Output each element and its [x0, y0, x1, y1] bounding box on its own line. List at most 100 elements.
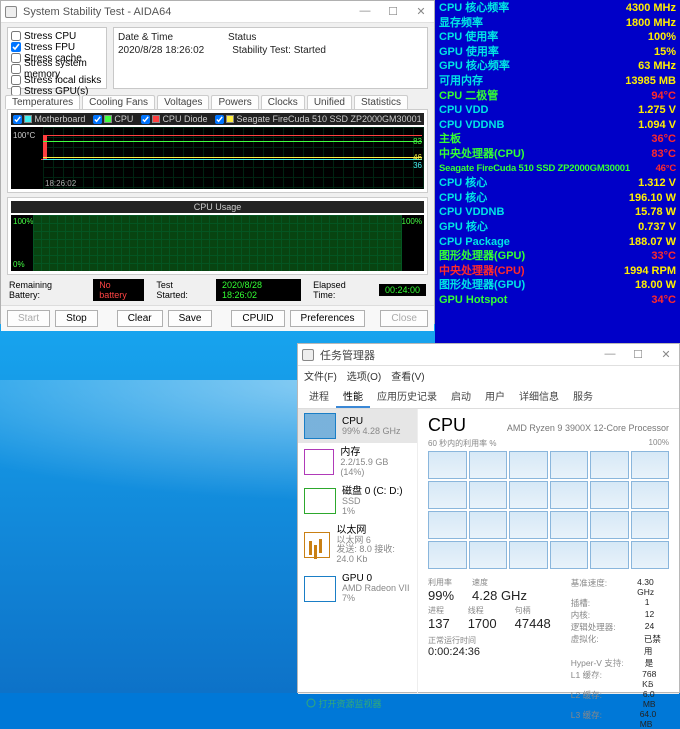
- thumb-icon: [304, 413, 336, 439]
- chart-legend: Motherboard CPU CPU Diode Seagate FireCuda …: [11, 113, 424, 125]
- detail-row: L2 缓存:6.0 MB: [571, 689, 669, 709]
- thumb-icon: [304, 449, 334, 475]
- chart-tab[interactable]: Powers: [211, 95, 258, 109]
- core-cell: [509, 451, 548, 479]
- preferences-button[interactable]: Preferences: [290, 310, 366, 327]
- tm-tab[interactable]: 性能: [336, 385, 370, 408]
- core-cell: [509, 481, 548, 509]
- val-36: 36: [413, 161, 422, 170]
- tm-tab[interactable]: 启动: [444, 385, 478, 408]
- core-cell: [428, 511, 467, 539]
- stress-checkbox[interactable]: Stress local disks: [11, 75, 103, 85]
- log-panel: Date & TimeStatus 2020/8/28 18:26:02Stab…: [113, 27, 428, 89]
- chart-tab[interactable]: Temperatures: [5, 95, 80, 109]
- battery-value: No battery: [93, 279, 144, 301]
- tm-tab[interactable]: 应用历史记录: [370, 385, 444, 408]
- core-cell: [590, 511, 629, 539]
- button-bar: StartStopClearSaveCPUIDPreferencesClose: [1, 305, 434, 331]
- maximize-button[interactable]: ☐: [384, 5, 402, 18]
- chart-tab[interactable]: Clocks: [261, 95, 305, 109]
- x-time: 18:26:02: [45, 179, 76, 188]
- legend-item[interactable]: CPU: [93, 114, 133, 124]
- log-status: Stability Test: Started: [232, 45, 326, 56]
- minimize-button[interactable]: —: [601, 348, 619, 361]
- cpu-heading: CPU: [428, 415, 466, 436]
- watermark-text: 值 SMYZ.NET: [588, 672, 674, 689]
- osd-row: CPU VDDNB1.094 V: [439, 118, 676, 133]
- legend-item[interactable]: Seagate FireCuda 510 SSD ZP2000GM30001: [215, 114, 421, 124]
- tm-tab[interactable]: 服务: [566, 385, 600, 408]
- osd-row: 中央处理器(CPU)1994 RPM: [439, 264, 676, 279]
- uptime-label: 正常运行时间: [428, 635, 551, 646]
- aida-titlebar[interactable]: System Stability Test - AIDA64 — ☐ ✕: [1, 1, 434, 23]
- tm-tab[interactable]: 详细信息: [512, 385, 566, 408]
- tm-menu: 文件(F) 选项(O) 查看(V): [298, 366, 679, 385]
- log-date: 2020/8/28 18:26:02: [118, 45, 204, 56]
- cpuid-button[interactable]: CPUID: [231, 310, 284, 327]
- stress-checkbox[interactable]: Stress CPU: [11, 31, 103, 41]
- detail-row: 内核:12: [571, 609, 669, 621]
- core-cell: [590, 451, 629, 479]
- menu-item[interactable]: 文件(F): [304, 368, 337, 383]
- usage-graph: 100% 0% 100%: [11, 215, 424, 271]
- osd-row: 主板36°C: [439, 132, 676, 147]
- legend-item[interactable]: CPU Diode: [141, 114, 207, 124]
- core-cell: [469, 481, 508, 509]
- core-cell: [509, 541, 548, 569]
- osd-row: GPU Hotspot34°C: [439, 293, 676, 308]
- battery-label: Remaining Battery:: [9, 280, 81, 300]
- osd-row: GPU 使用率15%: [439, 45, 676, 60]
- close-button[interactable]: ✕: [657, 348, 675, 361]
- menu-item[interactable]: 查看(V): [391, 368, 424, 383]
- detail-row: L3 缓存:64.0 MB: [571, 709, 669, 729]
- close-button[interactable]: ✕: [412, 5, 430, 18]
- osd-panel: CPU 核心频率4300 MHz显存频率1800 MHzCPU 使用率100%G…: [435, 0, 680, 343]
- chart-tab[interactable]: Unified: [307, 95, 352, 109]
- temp-chart: Motherboard CPU CPU Diode Seagate FireCuda …: [7, 109, 428, 193]
- chart-tab[interactable]: Voltages: [157, 95, 209, 109]
- minimize-button[interactable]: —: [356, 5, 374, 18]
- sidebar-item[interactable]: CPU99% 4.28 GHz: [298, 409, 417, 443]
- tm-sidebar: CPU99% 4.28 GHz内存2.2/15.9 GB (14%)磁盘 0 (…: [298, 409, 418, 693]
- sidebar-item[interactable]: 以太网以太网 6发送: 8.0 接收: 24.0 Kb: [298, 521, 417, 570]
- sidebar-item[interactable]: 磁盘 0 (C: D:)SSD1%: [298, 482, 417, 521]
- aida64-window: System Stability Test - AIDA64 — ☐ ✕ Str…: [0, 0, 435, 324]
- osd-row: CPU 核心196.10 W: [439, 191, 676, 206]
- started-label: Test Started:: [156, 280, 204, 300]
- sidebar-item[interactable]: GPU 0AMD Radeon VII7%: [298, 569, 417, 608]
- legend-item[interactable]: Motherboard: [13, 114, 85, 124]
- elapsed-label: Elapsed Time:: [313, 280, 367, 300]
- clear-button[interactable]: Clear: [117, 310, 163, 327]
- status-row: Remaining Battery: No battery Test Start…: [1, 279, 434, 305]
- core-cell: [428, 541, 467, 569]
- osd-row: GPU 核心0.737 V: [439, 220, 676, 235]
- chart-tab[interactable]: Statistics: [354, 95, 408, 109]
- start-button: Start: [7, 310, 50, 327]
- stress-options: Stress CPUStress FPUStress cacheStress s…: [7, 27, 107, 89]
- menu-item[interactable]: 选项(O): [347, 368, 381, 383]
- stress-checkbox[interactable]: Stress system memory: [11, 64, 103, 74]
- stop-button[interactable]: Stop: [55, 310, 98, 327]
- chart-tab[interactable]: Cooling Fans: [82, 95, 155, 109]
- tm-tab[interactable]: 用户: [478, 385, 512, 408]
- core-cell: [469, 451, 508, 479]
- watermark-logo: 值: [606, 633, 646, 673]
- osd-row: CPU 使用率100%: [439, 30, 676, 45]
- core-cell: [428, 451, 467, 479]
- sidebar-item[interactable]: 内存2.2/15.9 GB (14%): [298, 443, 417, 482]
- tm-tab[interactable]: 进程: [302, 385, 336, 408]
- stat: 线程1700: [468, 605, 497, 631]
- detail-row: 插槽:1: [571, 597, 669, 609]
- chart-tabs: TemperaturesCooling FansVoltagesPowersCl…: [1, 93, 434, 109]
- tm-titlebar[interactable]: 任务管理器 — ☐ ✕: [298, 344, 679, 366]
- stat: 进程137: [428, 605, 450, 631]
- stress-checkbox[interactable]: Stress FPU: [11, 42, 103, 52]
- col-status: Status: [228, 32, 256, 43]
- osd-row: Seagate FireCuda 510 SSD ZP2000GM3000146…: [439, 162, 676, 177]
- core-cell: [631, 451, 670, 479]
- maximize-button[interactable]: ☐: [629, 348, 647, 361]
- stat: 速度4.28 GHz: [472, 577, 527, 603]
- save-button[interactable]: Save: [168, 310, 213, 327]
- temp-graph: 100°C 83 46 36 18:26:02: [11, 127, 424, 189]
- tm-tabs: 进程性能应用历史记录启动用户详细信息服务: [298, 385, 679, 409]
